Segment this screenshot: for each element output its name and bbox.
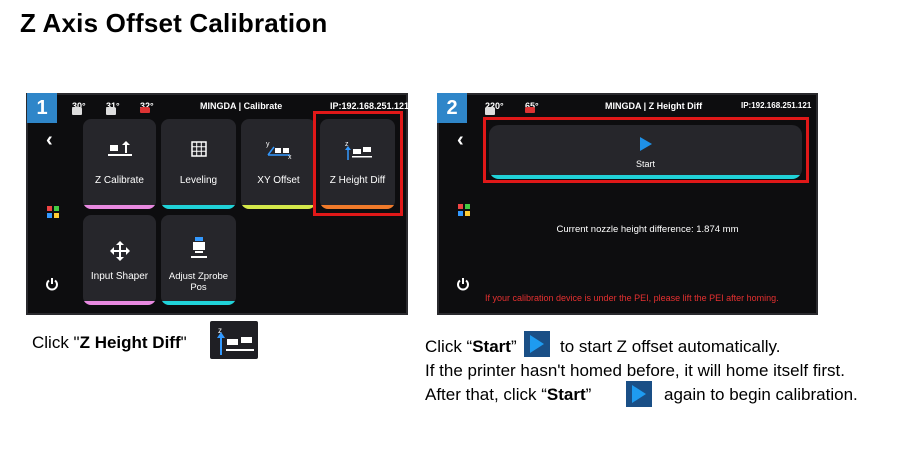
tile-label: Z Calibrate xyxy=(95,175,144,186)
grid-icon xyxy=(161,141,236,162)
tile-accent xyxy=(320,205,395,209)
nozzle-temp: 220° xyxy=(485,101,504,115)
play-icon xyxy=(524,331,550,357)
page-title: Z Axis Offset Calibration xyxy=(20,8,328,38)
warning-text: If your calibration device is under the … xyxy=(485,293,779,303)
start-label: Start xyxy=(635,159,655,169)
power-icon[interactable] xyxy=(45,277,59,296)
step-2-line-3-after: again to begin calibration. xyxy=(664,385,858,404)
z-height-diff-icon: z xyxy=(210,321,258,359)
nozzle-temp: 30° xyxy=(72,101,86,115)
tile-label: Z Height Diff xyxy=(329,175,386,186)
status-title: MINGDA | Z Height Diff xyxy=(605,101,703,111)
nozzle-icon xyxy=(485,107,495,115)
instruction-text: ” xyxy=(510,337,517,356)
chevron-left-icon[interactable]: ‹ xyxy=(457,129,464,152)
svg-text:y: y xyxy=(266,141,270,148)
play-icon xyxy=(489,137,802,156)
tile-accent xyxy=(83,205,156,209)
probe-icon xyxy=(161,237,236,266)
tile-adjust-zprobe-pos[interactable]: Adjust Zprobe Pos xyxy=(161,215,236,305)
instruction-text: ” xyxy=(585,385,592,404)
step-2-line-2: If the printer hasn't homed before, it w… xyxy=(425,361,845,380)
play-icon xyxy=(626,381,652,407)
height-diff-text: Current nozzle height difference: 1.874 … xyxy=(556,224,739,235)
chevron-left-icon[interactable]: ‹ xyxy=(46,129,53,152)
step-2-line-1: Click “Start” xyxy=(425,337,517,357)
nozzle-icon xyxy=(72,107,82,115)
tile-label: XY Offset xyxy=(257,175,300,186)
instruction-bold: Start xyxy=(546,385,586,404)
step-1-badge: 1 xyxy=(27,93,57,123)
step-2-line-1-after: to start Z offset automatically. xyxy=(560,337,781,356)
z-height-diff-icon: z xyxy=(320,139,395,166)
tile-xy-offset[interactable]: yx XY Offset xyxy=(241,119,316,209)
ip-address: IP:192.168.251.121 xyxy=(330,101,410,111)
instruction-bold: Z Height Diff xyxy=(79,333,181,352)
heater-icon xyxy=(525,107,535,113)
tile-accent xyxy=(161,301,236,305)
bed-icon xyxy=(106,107,116,115)
bed-temp: 31° xyxy=(106,101,120,115)
step-2-line-3: After that, click “Start” xyxy=(425,385,591,405)
move-arrows-icon xyxy=(83,241,156,266)
instruction-text: " xyxy=(180,333,187,352)
instruction-text: Click " xyxy=(32,333,80,352)
tile-label: Input Shaper xyxy=(90,271,149,282)
step-2-screen: 220° 65° MINGDA | Z Height Diff IP:192.1… xyxy=(437,93,818,315)
tile-z-calibrate[interactable]: Z Calibrate xyxy=(83,119,156,209)
power-icon[interactable] xyxy=(456,277,470,296)
tile-accent xyxy=(161,205,236,209)
instruction-text: After that, click “ xyxy=(425,385,547,404)
tile-input-shaper[interactable]: Input Shaper xyxy=(83,215,156,305)
instruction-bold: Start xyxy=(472,337,511,356)
bed-temp: 65° xyxy=(525,101,539,113)
step-1-instruction: Click "Z Height Diff" xyxy=(32,333,187,353)
step-2-badge: 2 xyxy=(437,93,467,123)
tile-z-height-diff[interactable]: z Z Height Diff xyxy=(320,119,395,209)
xy-offset-icon: yx xyxy=(241,139,316,164)
status-title: MINGDA | Calibrate xyxy=(200,101,283,111)
instruction-text: Click “ xyxy=(425,337,473,356)
chamber-temp: 32° xyxy=(140,101,154,113)
ip-address: IP:192.168.251.121 xyxy=(741,101,812,110)
status-bar: 220° 65° MINGDA | Z Height Diff IP:192.1… xyxy=(439,95,816,117)
tile-leveling[interactable]: Leveling xyxy=(161,119,236,209)
step-1-screen: 30° 31° 32° MINGDA | Calibrate IP:192.16… xyxy=(26,93,410,315)
status-bar: 30° 31° 32° MINGDA | Calibrate IP:192.16… xyxy=(28,95,410,117)
z-calibrate-icon xyxy=(83,141,156,164)
tile-label: Leveling xyxy=(179,175,218,186)
tile-accent xyxy=(83,301,156,305)
tile-label: Adjust Zprobe Pos xyxy=(168,271,229,293)
start-button[interactable]: Start xyxy=(489,125,802,179)
apps-grid-icon[interactable] xyxy=(458,203,470,221)
apps-grid-icon[interactable] xyxy=(47,205,59,223)
tile-accent xyxy=(241,205,316,209)
svg-text:x: x xyxy=(288,154,292,159)
heater-icon xyxy=(140,107,150,113)
start-accent xyxy=(489,175,802,179)
